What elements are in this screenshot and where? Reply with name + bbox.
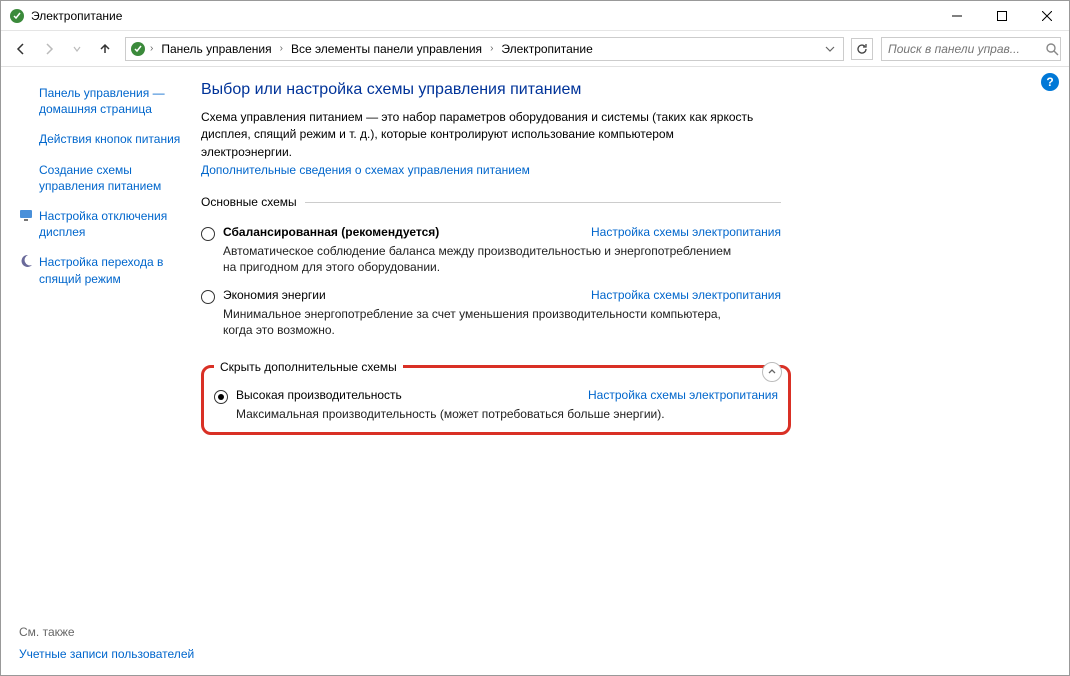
window-title: Электропитание (31, 9, 122, 23)
sidebar: Панель управления — домашняя страница Де… (1, 67, 201, 675)
titlebar: Электропитание (1, 1, 1069, 31)
forward-button[interactable] (37, 37, 61, 61)
plan-saver-desc: Минимальное энергопотребление за счет ум… (223, 306, 743, 338)
body-area: Панель управления — домашняя страница Де… (1, 67, 1069, 675)
plan-saver-radio[interactable] (201, 290, 215, 304)
recent-dropdown[interactable] (65, 37, 89, 61)
see-also-header: См. также (19, 625, 199, 639)
app-icon (9, 8, 25, 24)
plan-high-radio[interactable] (214, 390, 228, 404)
breadcrumb-item[interactable]: Электропитание (497, 42, 596, 56)
sidebar-link[interactable]: Действия кнопок питания (39, 131, 180, 147)
description-link[interactable]: Дополнительные сведения о схемах управле… (201, 163, 530, 177)
search-box[interactable] (881, 37, 1061, 61)
see-also: См. также Учетные записи пользователей (19, 625, 199, 661)
back-button[interactable] (9, 37, 33, 61)
plan-balanced-radio[interactable] (201, 227, 215, 241)
sidebar-home[interactable]: Панель управления — домашняя страница (19, 85, 189, 117)
search-input[interactable] (888, 42, 1045, 56)
maximize-button[interactable] (979, 1, 1024, 31)
plan-saver: Экономия энергии Настройка схемы электро… (201, 288, 781, 338)
refresh-button[interactable] (851, 38, 873, 60)
help-button[interactable]: ? (1041, 73, 1059, 91)
moon-icon (19, 254, 33, 268)
main-plans-legend: Основные схемы (201, 195, 305, 209)
sidebar-link[interactable]: Настройка перехода в спящий режим (39, 254, 189, 286)
plan-balanced: Сбалансированная (рекомендуется) Настрой… (201, 225, 781, 275)
chevron-right-icon: › (150, 43, 153, 54)
plan-saver-name: Экономия энергии (223, 288, 326, 302)
address-dropdown[interactable] (821, 44, 839, 54)
sidebar-link[interactable]: Создание схемы управления питанием (39, 162, 189, 194)
chevron-right-icon: › (490, 43, 493, 54)
plan-balanced-desc: Автоматическое соблюдение баланса между … (223, 243, 743, 275)
chevron-right-icon: › (280, 43, 283, 54)
minimize-button[interactable] (934, 1, 979, 31)
sidebar-link[interactable]: Настройка отключения дисплея (39, 208, 189, 240)
content: ? Выбор или настройка схемы управления п… (201, 67, 1069, 675)
plan-balanced-settings-link[interactable]: Настройка схемы электропитания (591, 225, 781, 239)
up-button[interactable] (93, 37, 117, 61)
breadcrumb-item[interactable]: Все элементы панели управления (287, 42, 486, 56)
nav-row: › Панель управления › Все элементы панел… (1, 31, 1069, 67)
plan-high-name: Высокая производительность (236, 388, 402, 402)
plan-high-desc: Максимальная производительность (может п… (236, 406, 756, 422)
plan-high-settings-link[interactable]: Настройка схемы электропитания (588, 388, 778, 402)
see-also-accounts-link[interactable]: Учетные записи пользователей (19, 647, 194, 661)
main-plans-group: Основные схемы Сбалансированная (рекомен… (201, 195, 781, 338)
plan-high-performance: Высокая производительность Настройка схе… (214, 388, 778, 422)
address-icon (130, 41, 146, 57)
search-icon (1045, 42, 1059, 56)
sidebar-home-link[interactable]: Панель управления — домашняя страница (39, 85, 189, 117)
breadcrumb-item[interactable]: Панель управления (157, 42, 275, 56)
page-title: Выбор или настройка схемы управления пит… (201, 81, 1029, 99)
sidebar-item-display-off[interactable]: Настройка отключения дисплея (19, 208, 189, 240)
close-button[interactable] (1024, 1, 1069, 31)
additional-plans-legend: Скрыть дополнительные схемы (214, 360, 403, 374)
plan-saver-settings-link[interactable]: Настройка схемы электропитания (591, 288, 781, 302)
address-bar[interactable]: › Панель управления › Все элементы панел… (125, 37, 844, 61)
sidebar-item-power-buttons[interactable]: Действия кнопок питания (19, 131, 189, 147)
sidebar-item-create-plan[interactable]: Создание схемы управления питанием (19, 162, 189, 194)
page-description: Схема управления питанием — это набор па… (201, 109, 761, 161)
collapse-button[interactable] (762, 362, 782, 382)
plan-balanced-name: Сбалансированная (рекомендуется) (223, 225, 439, 239)
monitor-icon (19, 208, 33, 222)
additional-plans-group: Скрыть дополнительные схемы Высокая прои… (201, 360, 791, 435)
sidebar-item-sleep[interactable]: Настройка перехода в спящий режим (19, 254, 189, 286)
